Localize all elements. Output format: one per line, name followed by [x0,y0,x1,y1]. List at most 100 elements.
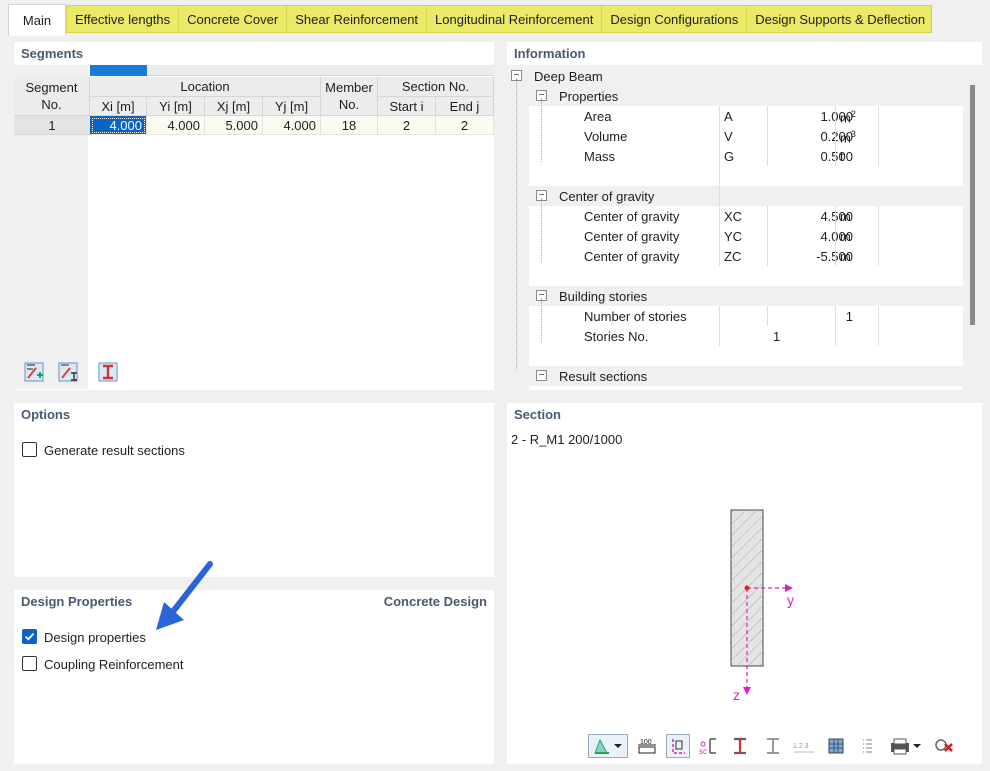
prop-label: Area [584,109,612,124]
coupling-reinforcement-checkbox[interactable] [22,656,37,671]
cell-yj[interactable]: 4.000 [263,116,321,135]
col-sep [767,206,768,266]
cell-start-i[interactable]: 2 [378,116,436,135]
scrollbar-thumb[interactable] [970,85,975,325]
generate-result-sections-label[interactable]: Generate result sections [44,443,185,458]
prop-label: Center of gravity [584,229,680,244]
i-section-icon[interactable] [728,734,752,758]
prop-symbol: A [724,109,733,124]
tab-design-supports-deflection[interactable]: Design Supports & Deflection [747,6,933,32]
tree-group-properties[interactable]: − Properties [507,86,963,106]
prop-label: Volume [584,129,628,144]
concrete-design-label: Concrete Design [383,594,487,609]
cell-xj[interactable]: 5.000 [205,116,263,135]
design-properties-panel: Design Properties Concrete Design Design… [14,590,494,764]
table-icon[interactable] [824,734,848,758]
tree-spacer [529,346,963,366]
tab-effective-lengths[interactable]: Effective lengths [67,6,180,32]
insert-segment-icon[interactable] [20,360,48,384]
outline-section-icon[interactable] [761,734,785,758]
segments-panel: Segments Segment No. Location Xi [m] Yi … [14,42,494,390]
collapse-icon[interactable]: − [536,370,547,381]
axis-y-label: y [787,592,794,608]
prop-value: 1 [845,309,853,324]
coupling-reinforcement-label[interactable]: Coupling Reinforcement [44,657,183,672]
col-header-xj: Xj [m] [205,97,263,116]
prop-unit: m [840,249,851,264]
col-sep [878,206,879,266]
section-icon[interactable] [94,360,122,384]
info-scrollbar[interactable] [963,65,982,390]
generate-result-sections-checkbox[interactable] [22,442,37,457]
tree-connector [541,198,542,262]
tree-spacer [529,166,963,186]
tab-bar: Main Effective lengths Concrete Cover Sh… [0,0,990,36]
prop-unit: t [840,149,844,164]
tree-label: Properties [559,89,619,104]
col-header-start-i: Start i [378,97,436,116]
tree-root-deep-beam[interactable]: − Deep Beam [507,66,963,86]
tree-group-building-stories[interactable]: − Building stories [507,286,963,306]
col-sep [835,306,836,346]
col-header-section-no: Section No. [378,77,494,97]
segments-title: Segments [21,46,84,61]
shear-center-icon[interactable]: sc [697,734,721,758]
print-icon[interactable] [886,734,926,758]
cell-end-j[interactable]: 2 [436,116,494,135]
close-section-icon[interactable] [932,734,956,758]
axes-icon[interactable] [666,734,690,758]
section-name: 2 - R_M1 200/1000 [511,432,623,447]
tree-item-zc: Center of gravity ZC -5.500 m [529,246,963,266]
tab-design-configurations[interactable]: Design Configurations [602,6,748,32]
header-text: No. [338,97,360,112]
display-options-icon[interactable] [588,734,628,758]
prop-unit: m3 [840,129,856,146]
section-toolbar: 100 sc 1 2 3 [588,734,980,760]
tree-connector [516,78,517,370]
col-sep [767,106,768,166]
cell-xi[interactable]: 4.000 [90,116,147,135]
prop-symbol: V [724,129,733,144]
edit-segment-icon[interactable] [54,360,82,384]
tree-group-result-sections[interactable]: − Result sections [507,366,963,386]
numbering-icon[interactable]: 1 2 3 [792,734,816,758]
design-properties-checkbox[interactable] [22,629,37,644]
col-header-location: Location [90,77,321,97]
col-sep [719,206,720,266]
tree-item-area: Area A 1.000 m2 [529,106,963,126]
tree-label: Deep Beam [534,69,603,84]
tab-main[interactable]: Main [8,4,66,36]
row-header-segment-1[interactable]: 1 [14,116,90,135]
col-header-yi: Yi [m] [147,97,205,116]
dimension-icon[interactable]: 100 [635,734,659,758]
design-properties-label[interactable]: Design properties [44,630,146,645]
column-selector-active[interactable] [90,65,147,76]
prop-label: Stories No. [584,329,649,344]
tab-concrete-cover[interactable]: Concrete Cover [179,6,288,32]
tree-group-center-of-gravity[interactable]: − Center of gravity [507,186,963,206]
cell-member-no[interactable]: 18 [321,116,378,135]
section-panel: Section 2 - R_M1 200/1000 y z 100 sc 1 2… [507,403,982,764]
prop-label: Center of gravity [584,249,680,264]
col-sep [767,306,768,326]
check-icon [24,632,35,641]
tab-longitudinal-reinforcement[interactable]: Longitudinal Reinforcement [427,6,603,32]
list-icon[interactable] [856,734,880,758]
cell-yi[interactable]: 4.000 [147,116,205,135]
tree-connector [541,98,542,162]
header-text: Member [325,80,373,95]
column-selector-bar [147,65,494,76]
header-text: No. [41,97,62,112]
col-header-end-j: End j [436,97,494,116]
prop-unit: m [840,229,851,244]
col-sep [835,106,836,166]
col-sep [719,306,720,346]
prop-symbol: G [724,149,735,164]
tab-shear-reinforcement[interactable]: Shear Reinforcement [287,6,428,32]
tree-item-number-of-stories: Number of stories 1 [529,306,963,326]
tree-item-stories-no: Stories No. 1 [529,326,963,346]
section-title: Section [514,407,561,422]
col-header-segment-no: Segment No. [14,77,90,116]
header-text: Segment [25,80,78,95]
tree-connector [541,298,542,342]
